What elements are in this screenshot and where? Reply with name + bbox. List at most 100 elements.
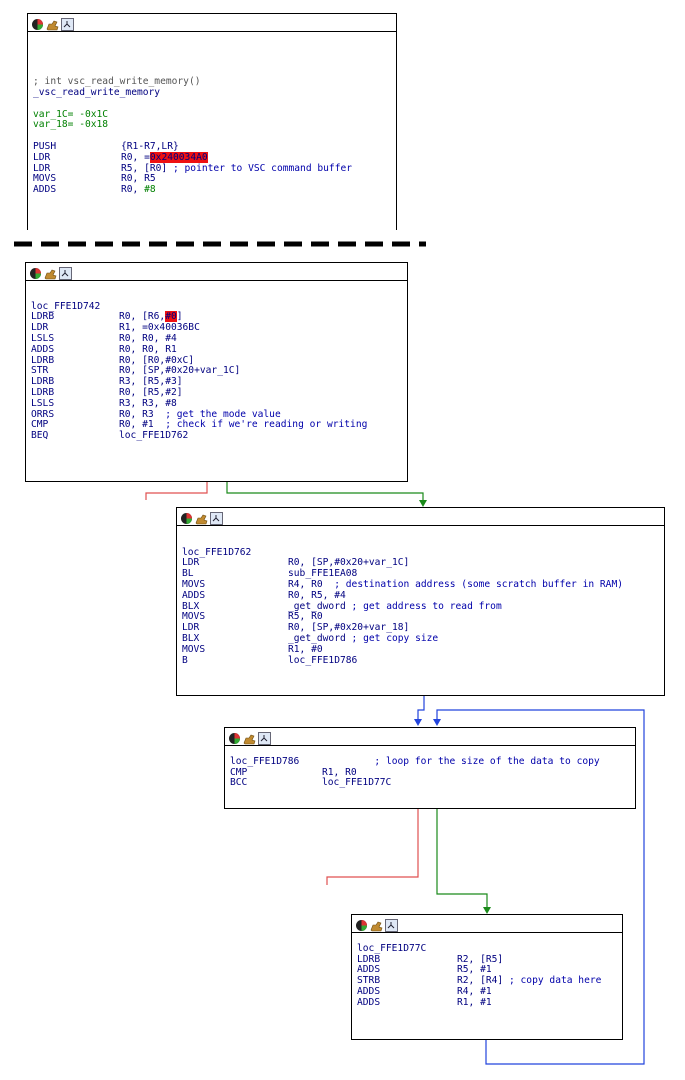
edit-hand-icon[interactable] [243, 730, 256, 745]
operand-text: R0, [R5,#2] [119, 386, 183, 398]
comment-text: ; int vsc_read_write_memory() [33, 76, 201, 88]
block-code: ; int vsc_read_write_memory() _vsc_read_w… [33, 34, 394, 196]
operand-text: R0, [SP,#0x20+var_1C] [288, 557, 410, 569]
operand-text: _get_dword [288, 632, 352, 644]
edge-arrow [433, 719, 441, 726]
code-block-loc-ffe1d762[interactable]: loc_FFE1D762 LDR R0, [SP,#0x20+var_1C] BL su… [176, 507, 665, 696]
immediate-value: #8 [144, 184, 156, 196]
label-text[interactable]: _vsc_read_write_memory [33, 87, 160, 98]
operand-text: R5, #1 [457, 964, 492, 976]
operand-text: R0, R3 [119, 408, 166, 420]
operand-text: R1, #0 [288, 643, 323, 655]
code-label: loc_FFE1D742 [31, 301, 405, 313]
edge-unconditional-block3-to-block4 [417, 696, 425, 722]
code-block-loc-ffe1d77c[interactable]: loc_FFE1D77C LDRB R2, [R5] ADDS R5, #1 STRB R2… [351, 914, 623, 1040]
zoom-graph-icon[interactable] [61, 16, 74, 31]
mnemonic: ADDS [33, 184, 57, 196]
separator-dashed-line [14, 241, 426, 247]
operand-text: _get_dword [288, 600, 352, 612]
operands: R1, #1 [457, 997, 492, 1009]
instruction-line: LDR R1, =0x40036BC [31, 322, 405, 334]
operand-text: R0, R5 [121, 173, 156, 185]
operand-text: R0, [R6, [119, 311, 166, 323]
operand-text: R1, =0x40036BC [119, 322, 200, 334]
edit-hand-icon[interactable] [44, 265, 57, 280]
operand-text: R4, R0 [288, 578, 335, 590]
instruction-line: ADDS R0, R0, R1 [31, 343, 405, 356]
operand-text: {R1-R7,LR} [121, 140, 179, 152]
inline-comment: ; get copy size [351, 632, 439, 644]
instruction-line: CMP R0, #1 ; check if we're reading or wr… [31, 419, 405, 431]
instruction-line: ADDS R0, #8 [33, 184, 394, 196]
block-code: loc_FFE1D77C LDRB R2, [R5] ADDS R5, #1 STRB R2… [357, 933, 620, 1009]
zoom-graph-icon[interactable] [59, 265, 72, 280]
operand-text: R0, = [121, 151, 150, 163]
inline-comment: ; get address to read from [351, 600, 502, 612]
edge-fallthrough-block4 [326, 809, 419, 885]
instruction-line: CMP R1, R0 [230, 766, 633, 779]
edge-taken-block2-to-block3 [226, 482, 424, 503]
mnemonic: LSLS [31, 397, 55, 409]
operand-text: R1, R0 [322, 766, 357, 778]
zoom-graph-icon[interactable] [258, 730, 271, 745]
highlighted-operand: 0x240034A0 [149, 151, 208, 163]
graph-color-icon[interactable] [29, 265, 42, 279]
instruction-line: BCC loc_FFE1D77C [230, 777, 633, 789]
instruction-line: PUSH {R1-R7,LR} [33, 140, 394, 153]
graph-color-icon[interactable] [180, 510, 193, 524]
operand-text: loc_FFE1D786 [288, 654, 358, 666]
zoom-graph-icon[interactable] [385, 917, 398, 932]
edge-arrow [483, 907, 491, 914]
operand-text: R4, #1 [457, 985, 492, 997]
code-block-loc-ffe1d786[interactable]: loc_FFE1D786 ; loop for the size of the … [224, 727, 636, 809]
instruction-line: BLX _get_dword ; get address to read from [182, 600, 662, 613]
edit-hand-icon[interactable] [370, 917, 383, 932]
label-text[interactable]: loc_FFE1D762 [182, 547, 251, 558]
operand-text: R3, R3, #8 [119, 397, 177, 409]
edit-hand-icon[interactable] [46, 16, 59, 31]
instruction-line: MOVS R4, R0 ; destination address (some s… [182, 578, 662, 591]
mnemonic: ADDS [357, 996, 381, 1008]
block-toolbar [28, 14, 396, 32]
label-text[interactable]: loc_FFE1D77C [357, 943, 426, 954]
mnemonic: BCC [230, 777, 248, 789]
zoom-graph-icon[interactable] [210, 510, 223, 525]
code-block-vsc-read-write-memory[interactable]: ; int vsc_read_write_memory() _vsc_read_w… [27, 13, 397, 230]
instruction-line: LDRB R0, [R5,#2] [31, 386, 405, 399]
variable-text: var_18= -0x18 [33, 119, 109, 131]
operand-text: R0, R0, R1 [119, 343, 177, 355]
instruction-line: BLX _get_dword ; get copy size [182, 632, 662, 645]
label-text[interactable]: loc_FFE1D742 [31, 301, 100, 312]
graph-color-icon[interactable] [31, 16, 44, 30]
label-comment: ; loop for the size of the data to copy [374, 755, 600, 767]
graph-color-icon[interactable] [355, 917, 368, 931]
operand-text: loc_FFE1D77C [322, 777, 392, 789]
variable-text: var_1C= -0x1C [33, 108, 109, 120]
instruction-line: Bloc_FFE1D786 [182, 654, 662, 667]
block-toolbar [352, 915, 622, 933]
instruction-line: LSLS R0, R0, #4 [31, 333, 405, 345]
block-code: loc_FFE1D786 ; loop for the size of the … [230, 746, 633, 789]
operands: loc_FFE1D77C [322, 777, 392, 789]
operands: R5, [R0] ; pointer to VSC command buffer [121, 163, 352, 175]
block-toolbar [26, 263, 407, 281]
code-block-loc-ffe1d742[interactable]: loc_FFE1D742 LDRB R0, [R6,#0] LDR R1, =0x400… [25, 262, 408, 482]
graph-color-icon[interactable] [228, 730, 241, 744]
highlighted-operand: #0 [165, 311, 177, 323]
operand-text: R0, #1 [119, 419, 166, 431]
instruction-line: MOVS R1, #0 [182, 643, 662, 656]
operand-text: R0, [R0,#0xC] [119, 354, 195, 366]
instruction-line: ADDS R1, #1 [357, 996, 620, 1009]
label-text[interactable]: loc_FFE1D786 [230, 756, 374, 767]
mnemonic: LDR [33, 151, 51, 163]
edit-hand-icon[interactable] [195, 510, 208, 525]
operand-text: R0, [SP,#0x20+var_1C] [119, 365, 241, 377]
mnemonic: MOVS [182, 643, 206, 655]
operands: R0, #8 [121, 184, 156, 196]
operands: loc_FFE1D762 [119, 430, 188, 442]
instruction-line: BEQ loc_FFE1D762 [31, 430, 405, 442]
operand-text: R0, [SP,#0x20+var_18] [288, 622, 410, 634]
